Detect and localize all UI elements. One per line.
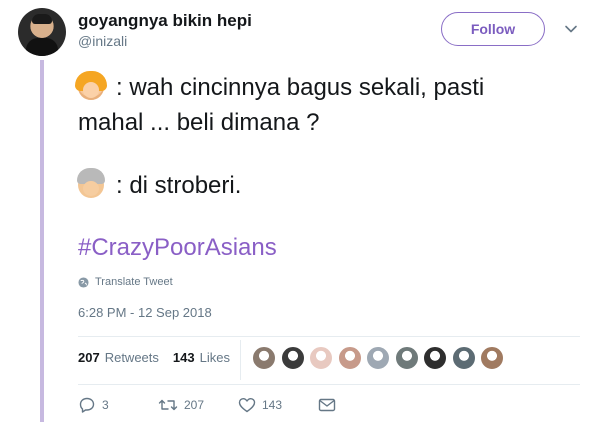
liker-avatar[interactable] (337, 346, 362, 370)
liker-avatar[interactable] (480, 346, 504, 370)
tweet-text-3: : di stroberi. (116, 172, 242, 199)
envelope-icon (318, 398, 336, 412)
translate-tweet-link[interactable]: Translate Tweet (78, 276, 173, 288)
tweet-text-2: mahal ... beli dimana ? (78, 109, 320, 136)
liker-avatar[interactable] (309, 346, 333, 370)
divider-top (78, 336, 580, 337)
author-handle[interactable]: @inizali (78, 33, 127, 49)
translate-label[interactable]: Translate Tweet (95, 276, 173, 288)
engagement-stats: 207 Retweets 143 Likes (78, 350, 230, 365)
chevron-down-icon[interactable] (564, 22, 578, 36)
tweet-line-1: : wah cincinnya bagus sekali, pasti (75, 71, 485, 102)
thread-line (40, 60, 44, 422)
tweet-timestamp[interactable]: 6:28 PM - 12 Sep 2018 (78, 305, 212, 320)
tweet-line-3: : di stroberi. (77, 168, 242, 200)
stats-divider (240, 340, 241, 380)
retweet-icon (158, 399, 178, 411)
hashtag-link[interactable]: #CrazyPoorAsians (78, 234, 277, 262)
reply-count: 3 (102, 398, 109, 412)
older-woman-emoji (77, 168, 105, 198)
woman-blonde-emoji (75, 71, 107, 100)
retweet-button[interactable]: 207 (158, 397, 238, 413)
direct-message-button[interactable] (318, 398, 342, 412)
reply-icon (79, 397, 95, 413)
liker-avatar[interactable] (423, 346, 447, 370)
retweets-stat[interactable]: 207 Retweets (78, 350, 159, 365)
tweet-actions: 3 207 143 (78, 396, 342, 414)
globe-icon (78, 276, 89, 288)
author-avatar[interactable] (18, 8, 66, 56)
liker-avatar[interactable] (366, 346, 390, 370)
like-button[interactable]: 143 (238, 397, 318, 413)
author-display-name[interactable]: goyangnya bikin hepi (78, 11, 252, 31)
follow-button[interactable]: Follow (441, 12, 545, 46)
liker-avatar[interactable] (280, 346, 305, 370)
retweet-count: 207 (184, 398, 205, 412)
liker-avatar[interactable] (394, 346, 419, 370)
liker-avatar[interactable] (451, 346, 476, 370)
liker-avatars (252, 346, 509, 370)
heart-icon (238, 398, 256, 413)
divider-bottom (78, 384, 580, 385)
liker-avatar[interactable] (252, 346, 276, 370)
tweet-text-1: : wah cincinnya bagus sekali, pasti (116, 74, 485, 101)
like-count: 143 (262, 398, 283, 412)
reply-button[interactable]: 3 (78, 396, 158, 414)
likes-stat[interactable]: 143 Likes (173, 350, 230, 365)
